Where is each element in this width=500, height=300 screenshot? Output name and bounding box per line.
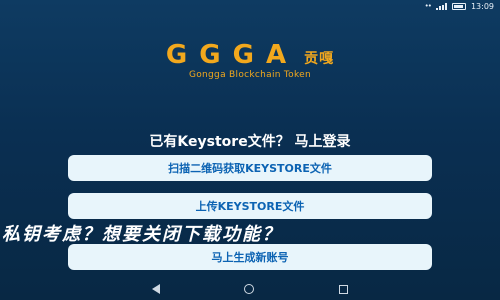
app-logo: GGGA 贡嘎 Gongga Blockchain Token	[0, 40, 500, 80]
logo-letters: GGGA	[165, 40, 299, 70]
overlay-caption: 私钥考虑？想要关闭下载功能？	[2, 224, 282, 244]
battery-icon	[451, 2, 466, 10]
notification-dots-icon: ••	[424, 2, 432, 10]
status-time: 13:09	[470, 1, 494, 11]
signal-icon	[435, 2, 447, 10]
scan-qr-keystore-button[interactable]: 扫描二维码获取KEYSTORE文件	[68, 155, 432, 181]
logo-chinese-name: 贡嘎	[304, 51, 335, 67]
create-account-button[interactable]: 马上生成新账号	[68, 244, 432, 270]
login-prompt[interactable]: 已有Keystore文件？ 马上登录	[0, 131, 500, 151]
upload-keystore-button[interactable]: 上传KEYSTORE文件	[68, 193, 432, 219]
back-icon[interactable]	[152, 284, 161, 294]
logo-subtitle: Gongga Blockchain Token	[188, 70, 312, 80]
recent-apps-icon[interactable]	[338, 284, 348, 294]
status-bar: •• 13:09	[0, 0, 500, 12]
logo-wordmark: GGGA 贡嘎	[166, 40, 334, 70]
system-nav-bar	[0, 278, 500, 300]
home-icon[interactable]	[244, 284, 255, 294]
